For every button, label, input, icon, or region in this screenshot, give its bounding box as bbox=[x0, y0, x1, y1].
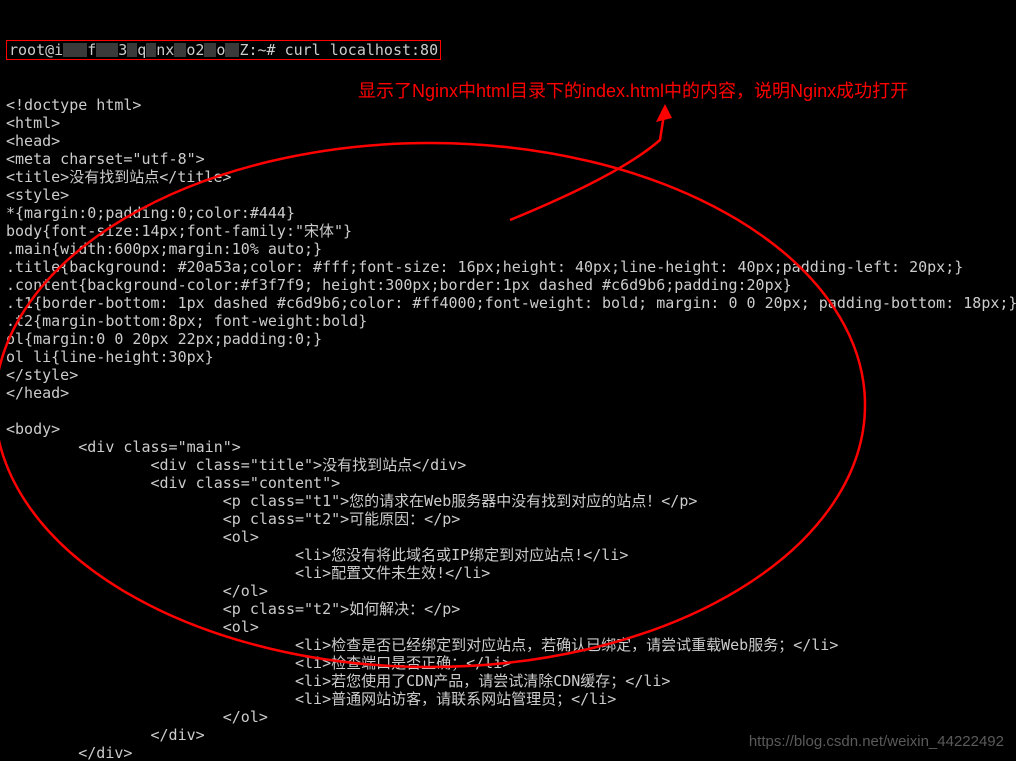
output-line: <style> bbox=[6, 186, 1010, 204]
raw-text: 3 bbox=[118, 41, 127, 59]
output-line: <li>普通网站访客，请联系网站管理员；</li> bbox=[6, 690, 1010, 708]
output-line: <li>若您使用了CDN产品，请尝试清除CDN缓存；</li> bbox=[6, 672, 1010, 690]
output-line: <p class="t1">您的请求在Web服务器中没有找到对应的站点！</p> bbox=[6, 492, 1010, 510]
output-line: .content{background-color:#f3f7f9; heigh… bbox=[6, 276, 1010, 294]
output-line bbox=[6, 402, 1010, 420]
output-line: <div class="main"> bbox=[6, 438, 1010, 456]
output-line: <meta charset="utf-8"> bbox=[6, 150, 1010, 168]
output-line: <title>没有找到站点</title> bbox=[6, 168, 1010, 186]
obscured-segment bbox=[174, 43, 186, 57]
prompt-line: root@i f 3qnx o2 o Z:~# curl localhost:80 bbox=[6, 40, 1010, 60]
raw-text: nx bbox=[156, 41, 174, 59]
output-line: </style> bbox=[6, 366, 1010, 384]
terminal[interactable]: root@i f 3qnx o2 o Z:~# curl localhost:80 <!d… bbox=[0, 0, 1016, 761]
output-line: <div class="title">没有找到站点</div> bbox=[6, 456, 1010, 474]
output-line: <body> bbox=[6, 420, 1010, 438]
output-line: <li>检查端口是否正确；</li> bbox=[6, 654, 1010, 672]
obscured-segment bbox=[63, 43, 87, 57]
prompt-highlight-box: root@i f 3qnx o2 o Z:~# curl localhost:80 bbox=[6, 40, 441, 60]
output-line: <p class="t2">可能原因：</p> bbox=[6, 510, 1010, 528]
output-line: <p class="t2">如何解决：</p> bbox=[6, 600, 1010, 618]
obscured-segment bbox=[225, 43, 239, 57]
output-line: .title{background: #20a53a;color: #fff;f… bbox=[6, 258, 1010, 276]
output-line: ol{margin:0 0 20px 22px;padding:0;} bbox=[6, 330, 1010, 348]
obscured-segment bbox=[204, 43, 216, 57]
obscured-segment bbox=[96, 43, 118, 57]
output-line: <li>您没有将此域名或IP绑定到对应站点!</li> bbox=[6, 546, 1010, 564]
raw-text: o bbox=[216, 41, 225, 59]
output-line: <ol> bbox=[6, 528, 1010, 546]
output-line: <html> bbox=[6, 114, 1010, 132]
output-line: <li>配置文件未生效!</li> bbox=[6, 564, 1010, 582]
output-line: *{margin:0;padding:0;color:#444} bbox=[6, 204, 1010, 222]
output-line: .t2{margin-bottom:8px; font-weight:bold} bbox=[6, 312, 1010, 330]
prompt-user-host-prefix: root@i bbox=[9, 41, 63, 59]
prompt-user-host-suffix: Z:~# bbox=[239, 41, 275, 59]
output-line: <li>检查是否已经绑定到对应站点，若确认已绑定，请尝试重载Web服务；</li… bbox=[6, 636, 1010, 654]
raw-text: f bbox=[87, 41, 96, 59]
raw-text: o2 bbox=[186, 41, 204, 59]
output-line: <head> bbox=[6, 132, 1010, 150]
output-line: .main{width:600px;margin:10% auto;} bbox=[6, 240, 1010, 258]
command-text: curl localhost:80 bbox=[285, 41, 439, 59]
output-line: <ol> bbox=[6, 618, 1010, 636]
obscured-segment bbox=[127, 43, 137, 57]
obscured-segment bbox=[146, 43, 156, 57]
output-line: </head> bbox=[6, 384, 1010, 402]
output-line: ol li{line-height:30px} bbox=[6, 348, 1010, 366]
output-line: .t1{border-bottom: 1px dashed #c6d9b6;co… bbox=[6, 294, 1010, 312]
annotation-text: 显示了Nginx中html目录下的index.html中的内容，说明Nginx成… bbox=[358, 82, 908, 100]
watermark: https://blog.csdn.net/weixin_44222492 bbox=[749, 733, 1004, 751]
output-line: </ol> bbox=[6, 582, 1010, 600]
output-lines-container: <!doctype html><html><head><meta charset… bbox=[6, 96, 1010, 761]
output-line: body{font-size:14px;font-family:"宋体"} bbox=[6, 222, 1010, 240]
output-line: </ol> bbox=[6, 708, 1010, 726]
output-line: <div class="content"> bbox=[6, 474, 1010, 492]
raw-text: q bbox=[137, 41, 146, 59]
